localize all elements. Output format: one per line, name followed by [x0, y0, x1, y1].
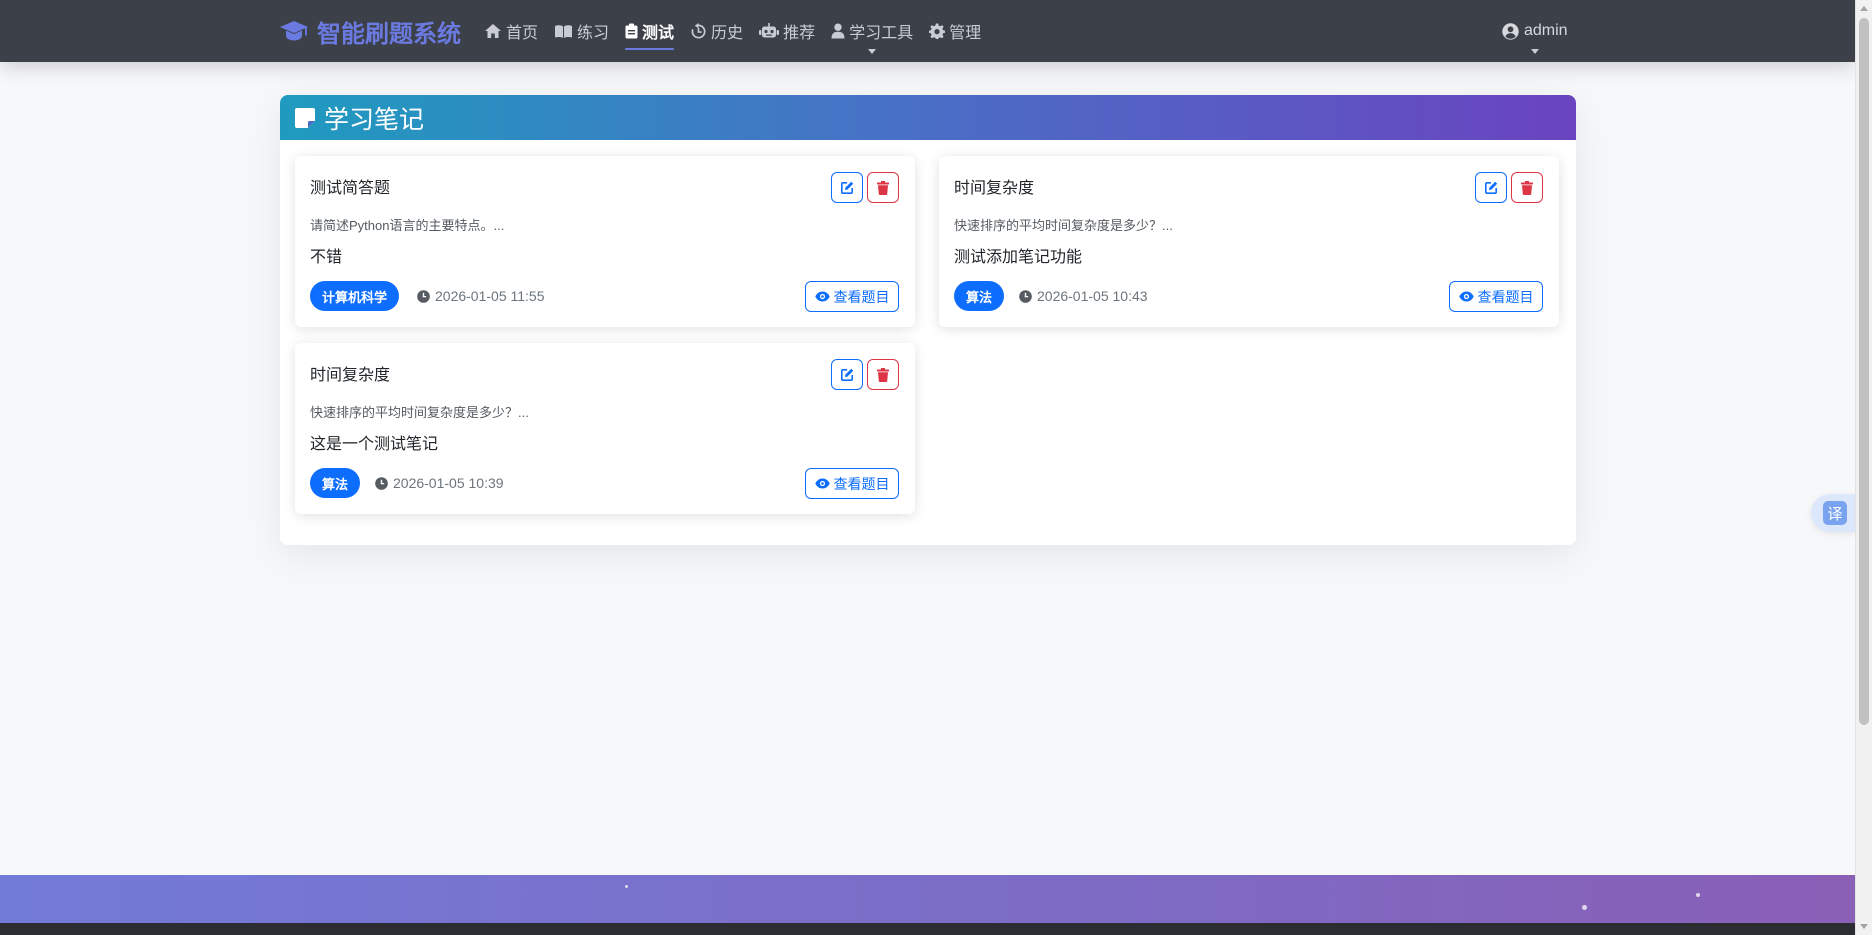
view-question-button[interactable]: 查看题目: [805, 468, 899, 499]
timestamp-text: 2026-01-05 10:39: [393, 475, 504, 491]
nav-label: 历史: [711, 25, 744, 42]
home-icon: [485, 24, 501, 38]
timestamp-text: 2026-01-05 11:55: [435, 288, 545, 304]
note-question: 快速排序的平均时间复杂度是多少？...: [954, 218, 1173, 233]
nav-label: 推荐: [783, 25, 816, 42]
top-navbar: 智能刷题系统 首页 练习 测试 历史 推荐 学习工具 管理 admin: [0, 0, 1855, 62]
delete-note-button[interactable]: [1511, 172, 1543, 203]
view-question-label: 查看题目: [833, 475, 890, 492]
note-content: 测试添加笔记功能: [954, 249, 1083, 266]
edit-icon: [841, 368, 854, 381]
note-timestamp: 2026-01-05 10:39: [375, 468, 504, 498]
clipboard-icon: [625, 23, 638, 39]
edit-icon: [841, 181, 854, 194]
footer: [0, 875, 1855, 923]
nav-label: 学习工具: [849, 25, 914, 42]
trash-icon: [1521, 180, 1533, 195]
eye-icon: [814, 478, 830, 489]
scrollbar-thumb[interactable]: [1859, 18, 1869, 725]
delete-note-button[interactable]: [867, 172, 899, 203]
nav-label: 管理: [949, 25, 982, 42]
nav-item-admin[interactable]: 管理: [929, 0, 981, 62]
main-nav: 首页 练习 测试 历史 推荐 学习工具 管理: [484, 0, 981, 62]
user-circle-icon: [1502, 22, 1519, 40]
timestamp-text: 2026-01-05 10:43: [1037, 288, 1148, 304]
book-icon: [555, 24, 573, 38]
clock-icon: [375, 476, 388, 490]
decorative-dot: [1582, 905, 1587, 910]
note-title: 时间复杂度: [954, 180, 1035, 197]
sticky-note-icon: [295, 107, 315, 128]
note-question: 快速排序的平均时间复杂度是多少？...: [310, 405, 529, 420]
trash-icon: [877, 180, 889, 195]
category-badge: 算法: [954, 281, 1005, 311]
view-question-label: 查看题目: [1477, 288, 1534, 305]
view-question-label: 查看题目: [833, 288, 890, 305]
page-title: 学习笔记: [324, 105, 425, 134]
page-scrollbar[interactable]: [1855, 0, 1872, 935]
eye-icon: [814, 291, 830, 302]
trash-icon: [877, 367, 889, 382]
chevron-down-icon: [868, 49, 877, 54]
graduation-cap-icon: [280, 21, 308, 41]
note-timestamp: 2026-01-05 10:43: [1019, 281, 1148, 311]
note-content: 不错: [310, 249, 343, 266]
category-badge: 计算机科学: [310, 281, 400, 311]
nav-label: 测试: [642, 25, 675, 42]
user-menu[interactable]: admin: [1502, 0, 1568, 62]
brand-logo[interactable]: 智能刷题系统: [279, 14, 461, 48]
edit-icon: [1485, 181, 1498, 194]
scroll-up-icon[interactable]: [1860, 6, 1868, 11]
username: admin: [1524, 22, 1568, 39]
category-badge: 算法: [310, 468, 361, 498]
nav-item-history[interactable]: 历史: [690, 0, 743, 62]
clock-icon: [1019, 289, 1032, 303]
robot-icon: [759, 23, 780, 38]
decorative-dot: [625, 885, 628, 888]
nav-item-practice[interactable]: 练习: [554, 0, 609, 62]
translate-button[interactable]: 译: [1811, 494, 1855, 532]
note-card: 测试简答题 请简述Python语言的主要特点。... 不错 计算机科学 2026…: [295, 156, 915, 327]
note-card: 时间复杂度 快速排序的平均时间复杂度是多少？... 测试添加笔记功能 算法 20…: [939, 156, 1559, 327]
nav-item-recommend[interactable]: 推荐: [759, 0, 815, 62]
nav-label: 首页: [506, 25, 539, 42]
nav-label: 练习: [577, 25, 610, 42]
nav-item-test[interactable]: 测试: [625, 0, 675, 62]
history-icon: [691, 22, 706, 38]
note-card: 时间复杂度 快速排序的平均时间复杂度是多少？... 这是一个测试笔记 算法 20…: [295, 343, 915, 514]
edit-note-button[interactable]: [831, 359, 863, 390]
clock-icon: [417, 289, 430, 303]
nav-item-home[interactable]: 首页: [484, 0, 538, 62]
note-title: 时间复杂度: [310, 367, 391, 384]
delete-note-button[interactable]: [867, 359, 899, 390]
chevron-down-icon: [1530, 49, 1539, 54]
note-content: 这是一个测试笔记: [310, 436, 439, 453]
view-question-button[interactable]: 查看题目: [805, 281, 899, 312]
note-title: 测试简答题: [310, 180, 391, 197]
notes-panel: 学习笔记 测试简答题 请简述Python语言的主要特点。... 不错 计算机科学…: [280, 95, 1576, 545]
decorative-dot: [1696, 893, 1700, 897]
eye-icon: [1458, 291, 1474, 302]
brand-name: 智能刷题系统: [317, 20, 461, 48]
note-timestamp: 2026-01-05 11:55: [417, 281, 545, 311]
translate-label: 译: [1823, 501, 1847, 525]
edit-note-button[interactable]: [831, 172, 863, 203]
scroll-down-icon[interactable]: [1860, 924, 1868, 929]
nav-item-study-tools[interactable]: 学习工具: [831, 0, 913, 62]
user-icon: [831, 23, 845, 39]
gear-icon: [929, 23, 946, 39]
edit-note-button[interactable]: [1475, 172, 1507, 203]
panel-header: 学习笔记: [280, 95, 1576, 140]
footer-bottom-bar: [0, 923, 1855, 935]
view-question-button[interactable]: 查看题目: [1449, 281, 1543, 312]
note-question: 请简述Python语言的主要特点。...: [310, 218, 505, 233]
